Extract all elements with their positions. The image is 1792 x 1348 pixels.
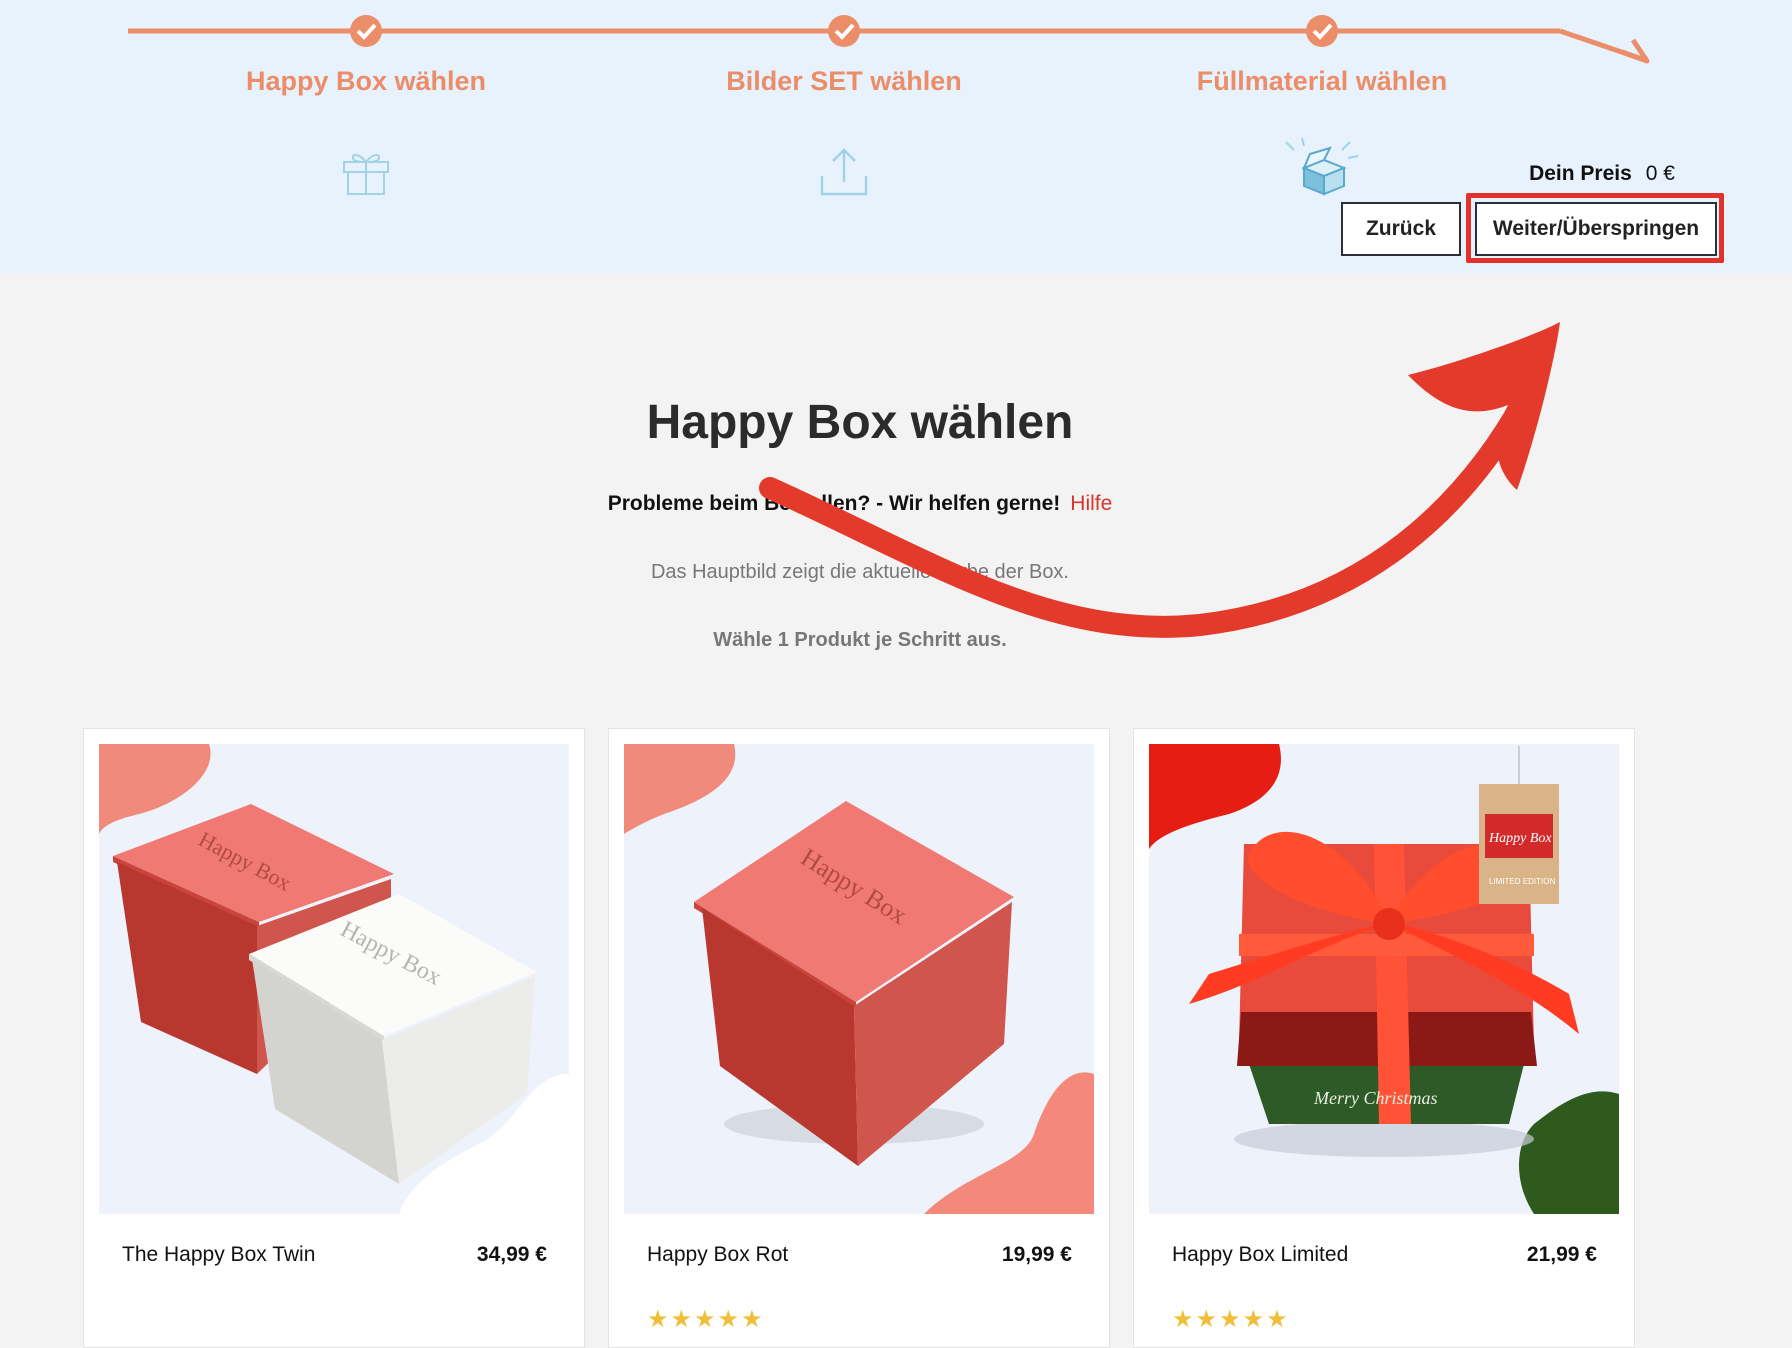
step-3-label[interactable]: Füllmaterial wählen: [1122, 66, 1522, 97]
product-name: Happy Box Limited: [1172, 1243, 1349, 1266]
help-text: Probleme beim Bestellen? - Wir helfen ge…: [607, 492, 1061, 515]
help-link[interactable]: Hilfe: [1070, 492, 1112, 515]
product-name: Happy Box Rot: [647, 1243, 789, 1266]
open-box-icon: [1285, 137, 1359, 196]
step-1-label[interactable]: Happy Box wählen: [166, 66, 566, 97]
price-label: Dein Preis: [1529, 162, 1632, 185]
instruction-text: Wähle 1 Produkt je Schritt aus.: [713, 629, 1007, 651]
step-2-label[interactable]: Bilder SET wählen: [644, 66, 1044, 97]
product-card-limited[interactable]: Merry Christmas Happy Box LIMITED EDITIO…: [1133, 728, 1635, 1348]
product-image-twin[interactable]: Happy Box Happy Box: [99, 744, 569, 1214]
page-title: Happy Box wählen: [646, 396, 1074, 449]
step-check-icon: [1306, 15, 1338, 47]
price-display: Dein Preis 0 €: [1529, 162, 1675, 186]
ribbon-text: Merry Christmas: [1313, 1088, 1438, 1108]
product-image-rot[interactable]: Happy Box: [624, 744, 1094, 1214]
step-check-icon: [828, 15, 860, 47]
price-value: 0 €: [1645, 162, 1675, 185]
gift-icon: [343, 154, 389, 195]
step-check-icon: [350, 15, 382, 47]
tag-edition: LIMITED EDITION: [1489, 877, 1555, 886]
rating-stars: ★★★★★: [647, 1306, 765, 1333]
product-price: 21,99 €: [1526, 1243, 1597, 1266]
product-name: The Happy Box Twin: [122, 1243, 316, 1266]
info-text: Das Hauptbild zeigt die aktuelle Farbe d…: [650, 561, 1069, 583]
product-card-twin[interactable]: Happy Box Happy Box The Happy Box Twin 3…: [83, 728, 585, 1348]
back-button[interactable]: Zurück: [1341, 202, 1461, 256]
product-price: 19,99 €: [1001, 1243, 1072, 1266]
product-card-rot[interactable]: Happy Box Happy Box Rot 19,99 € ★★★★★: [608, 728, 1110, 1348]
rating-stars: ★★★★★: [1172, 1306, 1290, 1333]
upload-icon: [820, 148, 868, 196]
product-price: 34,99 €: [476, 1243, 547, 1266]
help-line: Probleme beim Bestellen? - Wir helfen ge…: [0, 492, 1720, 516]
product-image-limited[interactable]: Merry Christmas Happy Box LIMITED EDITIO…: [1149, 744, 1619, 1214]
step-header: Happy Box wählen Bilder SET wählen Füllm…: [0, 0, 1792, 273]
highlight-box: [1466, 193, 1724, 263]
tag-title: Happy Box: [1488, 831, 1552, 846]
